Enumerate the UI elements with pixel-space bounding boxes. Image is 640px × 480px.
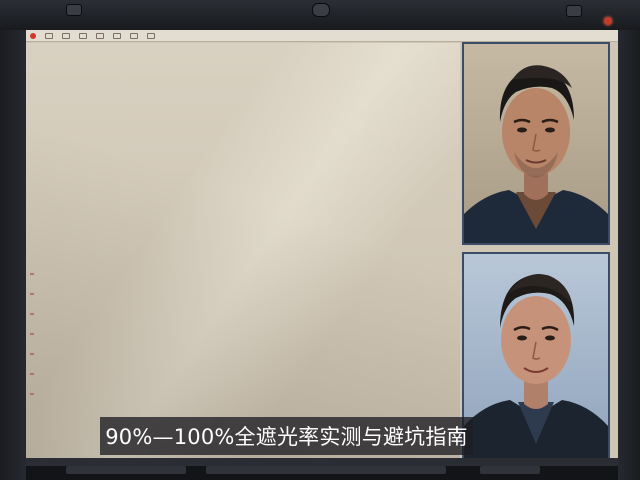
file-icon [79, 32, 87, 39]
screen [26, 30, 618, 466]
right-rail [618, 30, 640, 480]
top-bezel [0, 0, 640, 30]
bezel-camera-icon [312, 3, 330, 17]
file-button[interactable] [79, 32, 87, 39]
bottom-bezel-segment [66, 466, 186, 474]
bezel-knob-icon [566, 5, 582, 17]
caption-text: 90%—100%全遮光率实测与避坑指南 [105, 425, 468, 449]
view-icon [147, 32, 155, 39]
settings-icon [130, 32, 138, 39]
frame-icon [113, 32, 121, 39]
ruler-mark [30, 393, 34, 395]
frame-button[interactable] [113, 32, 121, 39]
canvas-area[interactable] [26, 43, 460, 466]
ruler-mark [30, 353, 34, 355]
toolbar [26, 30, 618, 42]
portrait-panel-bottom[interactable] [462, 252, 610, 466]
bezel-knob-icon [66, 4, 82, 16]
bottom-bezel-segment [206, 466, 446, 474]
portrait-photo-icon [464, 65, 608, 243]
bottom-status-bar [26, 458, 618, 466]
settings-button[interactable] [130, 32, 138, 39]
ruler-mark [30, 293, 34, 295]
canvas-shading [26, 43, 460, 466]
portrait-panel-top[interactable] [462, 42, 610, 245]
power-led-icon [604, 17, 612, 25]
ruler-mark [30, 373, 34, 375]
record-dot-icon [30, 32, 36, 39]
ruler-mark [30, 333, 34, 335]
portrait-photo-icon [464, 274, 608, 464]
device-frame: 90%—100%全遮光率实测与避坑指南 [0, 0, 640, 480]
layers-icon [96, 32, 104, 39]
link-button[interactable] [62, 32, 70, 39]
record-button[interactable] [30, 32, 36, 39]
edit-button[interactable] [45, 32, 53, 39]
edit-icon [45, 32, 53, 39]
view-button[interactable] [147, 32, 155, 39]
left-rail [0, 30, 26, 480]
subtitle-caption: 90%—100%全遮光率实测与避坑指南 [100, 417, 473, 455]
ruler-mark [30, 273, 34, 275]
layers-button[interactable] [96, 32, 104, 39]
ruler-mark [30, 313, 34, 315]
link-icon [62, 32, 70, 39]
bottom-bezel-segment [480, 466, 540, 474]
